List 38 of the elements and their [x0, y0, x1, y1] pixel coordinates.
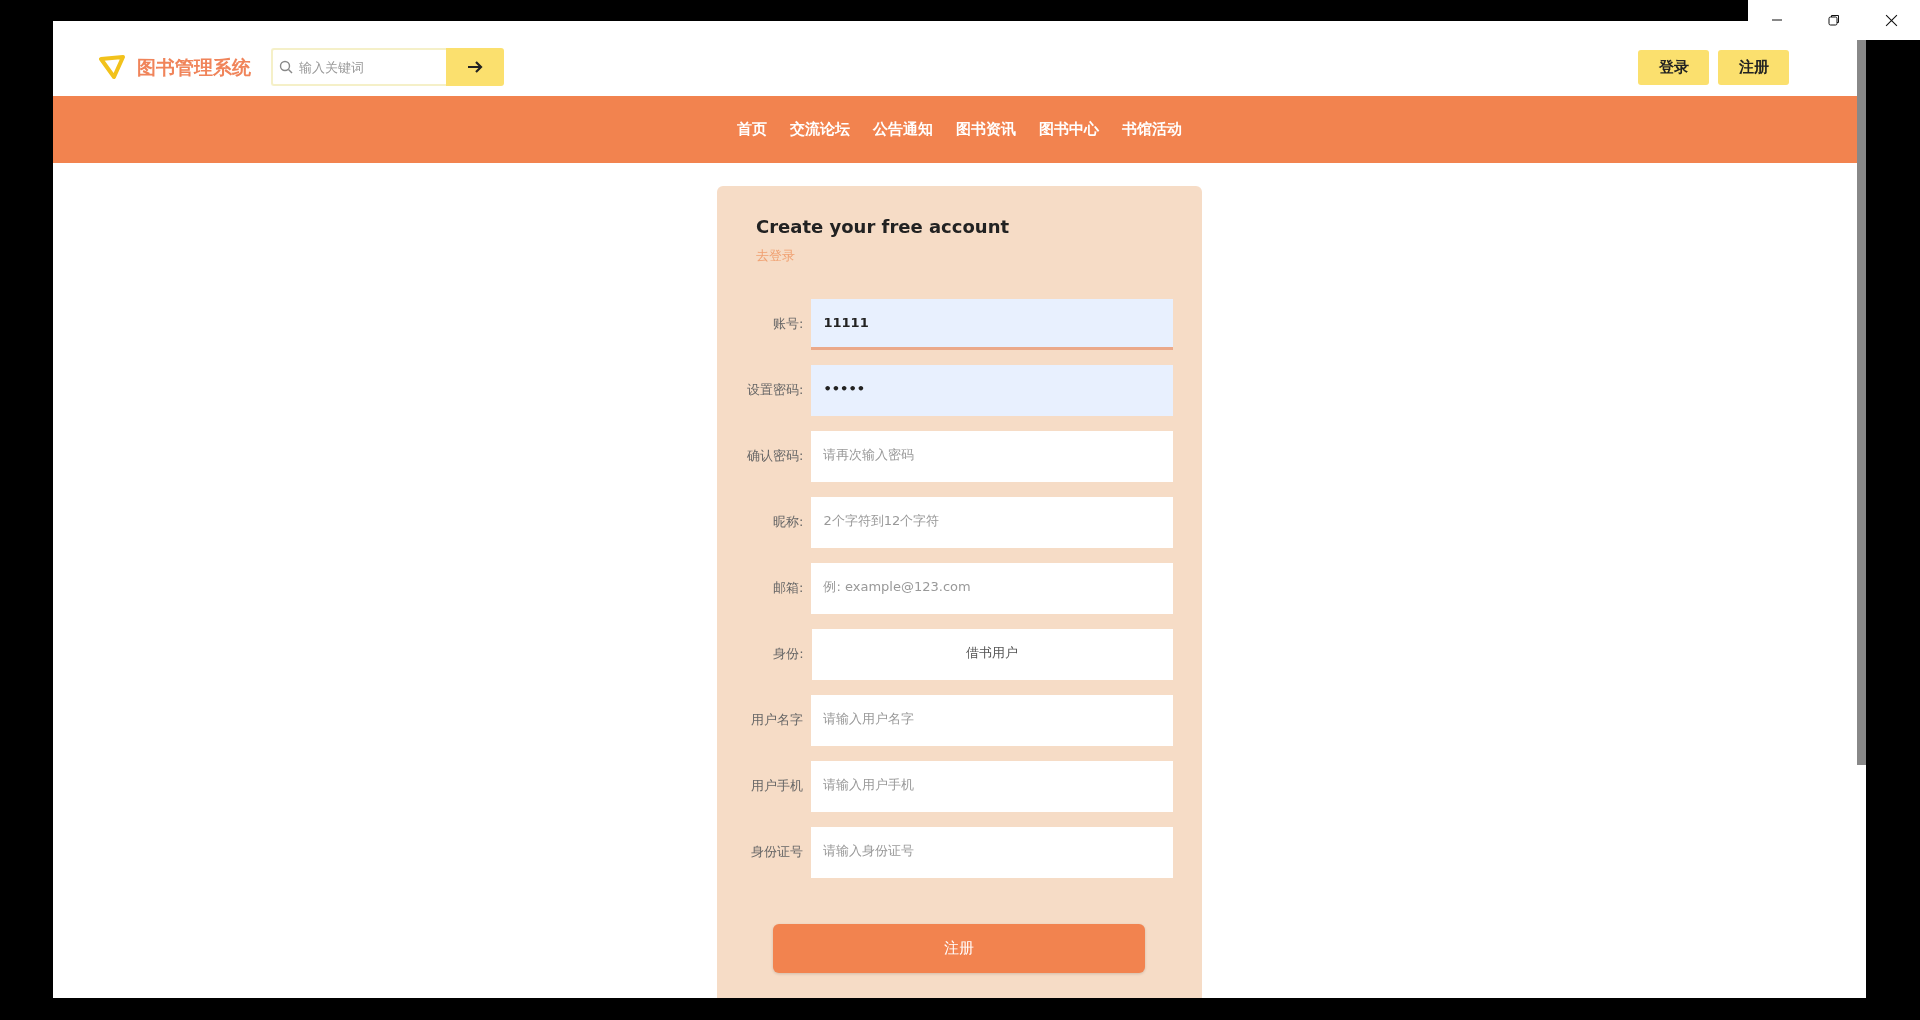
- arrow-right-icon: [467, 60, 483, 74]
- restore-icon[interactable]: [1827, 14, 1840, 26]
- field-label: 昵称:: [772, 513, 805, 532]
- nav-link[interactable]: 公告通知: [873, 118, 933, 141]
- nav-link[interactable]: 交流论坛: [790, 118, 850, 141]
- field-label: 用户手机: [750, 777, 805, 796]
- logo-icon: [99, 55, 125, 79]
- scrollbar[interactable]: [1857, 40, 1866, 765]
- nav-link[interactable]: 书馆活动: [1122, 118, 1182, 141]
- identity-select[interactable]: 借书用户: [811, 628, 1173, 680]
- text-field[interactable]: 请再次输入密码: [811, 430, 1173, 482]
- field-label: 确认密码:: [746, 447, 805, 466]
- text-field[interactable]: 例: example@123.com: [811, 562, 1173, 614]
- text-field[interactable]: 请输入用户名字: [811, 694, 1173, 746]
- register-submit-button[interactable]: 注册: [773, 923, 1145, 973]
- field-label: 用户名字: [750, 711, 805, 730]
- text-field[interactable]: 请输入用户手机: [811, 760, 1173, 812]
- nav-link[interactable]: 图书资讯: [956, 118, 1016, 141]
- close-icon[interactable]: [1884, 13, 1898, 27]
- search-field[interactable]: 输入关键词: [271, 48, 446, 86]
- text-field[interactable]: •••••: [811, 364, 1173, 416]
- text-field[interactable]: 2个字符到12个字符: [811, 496, 1173, 548]
- field-label: 设置密码:: [746, 381, 805, 400]
- field-label: 身份:: [772, 645, 805, 664]
- field-label: 身份证号: [750, 843, 805, 862]
- nav-link[interactable]: 首页: [737, 118, 767, 141]
- login-link[interactable]: 去登录: [756, 246, 1173, 266]
- login-button[interactable]: 登录: [1638, 49, 1709, 85]
- text-field[interactable]: 请输入身份证号: [811, 826, 1173, 878]
- form-title: Create your free account: [756, 215, 1011, 239]
- search-go-button[interactable]: [446, 48, 504, 86]
- field-label: 账号:: [772, 315, 805, 334]
- nav-link[interactable]: 图书中心: [1039, 118, 1099, 141]
- register-button[interactable]: 注册: [1718, 49, 1789, 85]
- text-field[interactable]: 11111: [811, 298, 1173, 350]
- field-label: 邮箱:: [772, 579, 805, 598]
- site-title: 图书管理系统: [137, 54, 251, 80]
- search-icon: [279, 60, 293, 74]
